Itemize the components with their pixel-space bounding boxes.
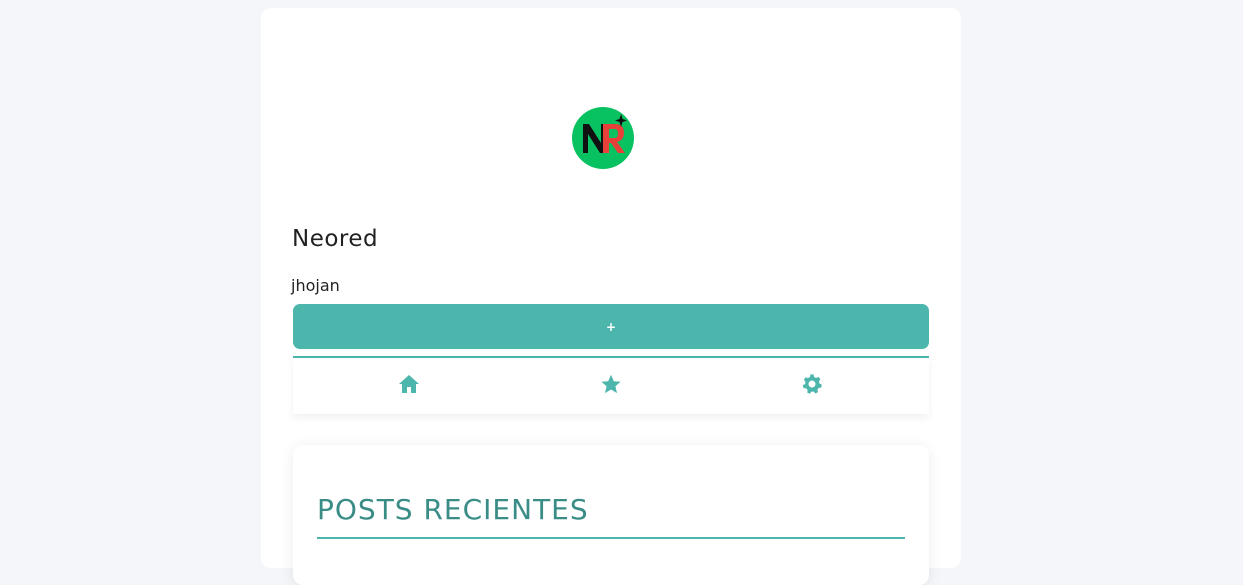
star-icon (601, 374, 621, 393)
profile-card: Neored jhojan + POSTS RECIENTES (261, 8, 961, 585)
add-button-label: + (605, 319, 617, 334)
nav-favorites[interactable] (599, 372, 623, 396)
profile-nav (293, 356, 929, 414)
neored-logo (572, 107, 634, 169)
title-divider (317, 537, 905, 539)
recent-posts-card: POSTS RECIENTES (293, 445, 929, 585)
recent-posts-title: POSTS RECIENTES (317, 493, 589, 526)
nav-settings[interactable] (800, 372, 824, 396)
nav-home[interactable] (397, 372, 421, 396)
username: jhojan (291, 276, 340, 295)
site-name: Neored (292, 226, 379, 252)
home-icon (399, 375, 419, 393)
add-button[interactable]: + (293, 304, 929, 349)
gear-icon (802, 374, 822, 394)
